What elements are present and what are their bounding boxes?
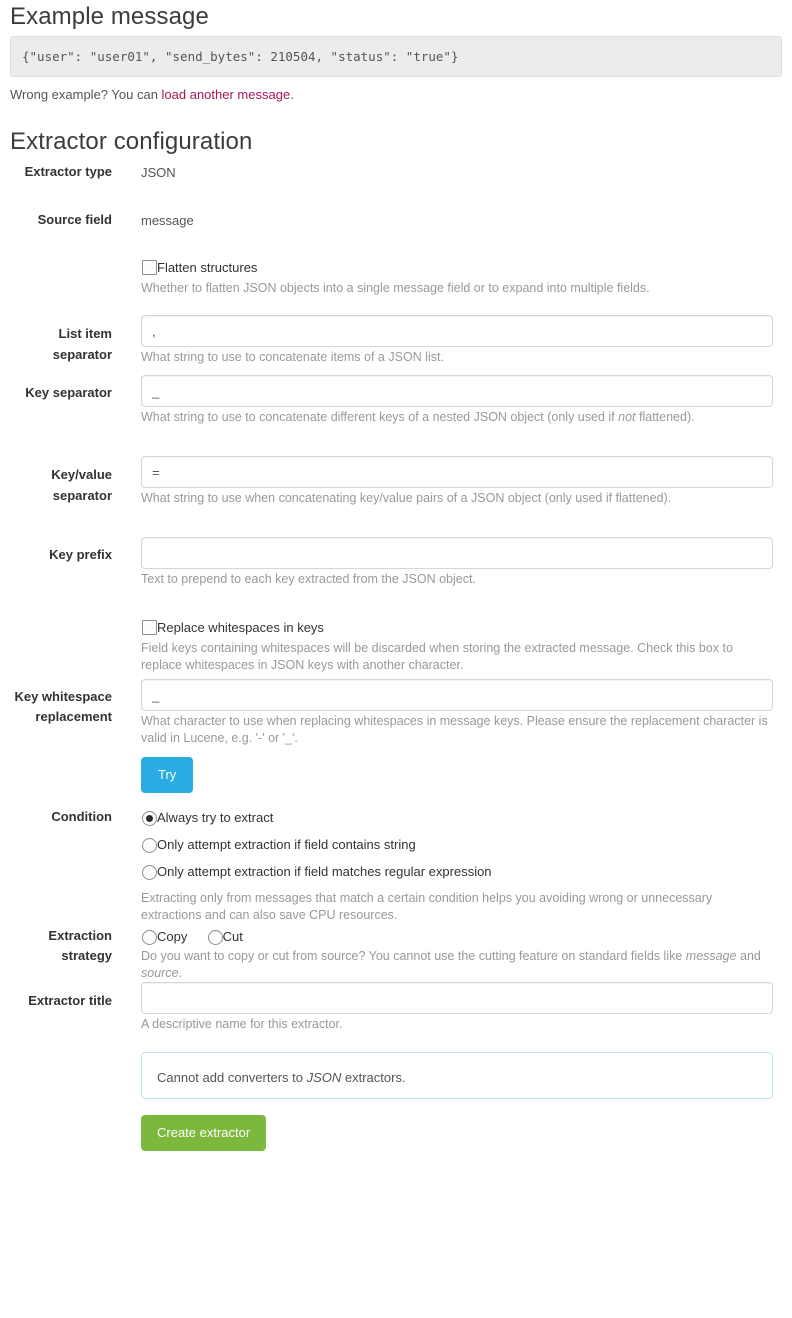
form-row-key-prefix: Key prefix Text to prepend to each key e… [0, 537, 792, 618]
key-value-separator-help: What string to use when concatenating ke… [141, 491, 672, 505]
condition-help: Extracting only from messages that match… [141, 891, 713, 922]
key-prefix-help: Text to prepend to each key extracted fr… [141, 572, 476, 586]
wrong-example-prefix: Wrong example? You can [10, 87, 162, 102]
condition-option-regex-label: Only attempt extraction if field matches… [157, 864, 492, 879]
extraction-strategy-help-part2: and [736, 949, 761, 963]
load-another-message-link[interactable]: load another message [162, 87, 291, 102]
extraction-strategy-help-part3: . [178, 965, 183, 980]
extraction-strategy-radio-copy[interactable] [142, 930, 157, 945]
converters-alert-emphasis: JSON [306, 1070, 342, 1085]
extractor-type-label: Extractor type [24, 164, 112, 179]
list-item-separator-label: List item separator [52, 326, 112, 362]
key-prefix-label: Key prefix [49, 547, 112, 562]
key-separator-help-emphasis: not [618, 410, 636, 424]
extractor-configuration-heading: Extractor configuration [10, 128, 253, 155]
example-message-heading: Example message [10, 3, 209, 30]
converters-alert-part1: Cannot add converters to [157, 1070, 307, 1085]
example-message-box: {"user": "user01", "send_bytes": 210504,… [10, 36, 782, 77]
extraction-strategy-radio-cut[interactable] [207, 930, 223, 945]
form-row-extraction-strategy: Extraction strategy Copy Cut Do you want… [0, 920, 792, 982]
key-separator-help: What string to use to concatenate differ… [141, 409, 773, 426]
extraction-strategy-help: Do you want to copy or cut from source? … [141, 948, 773, 981]
condition-option-contains[interactable]: Only attempt extraction if field contain… [141, 834, 773, 861]
replace-whitespaces-checkbox[interactable] [142, 620, 157, 635]
list-item-separator-help: What string to use to concatenate items … [141, 350, 444, 364]
source-field-value: message [141, 213, 194, 228]
form-row-list-item-separator: List item separator What string to use t… [0, 315, 792, 375]
condition-radio-contains[interactable] [142, 838, 157, 853]
replace-whitespaces-label: Replace whitespaces in keys [157, 620, 324, 635]
wrong-example-text: Wrong example? You can load another mess… [10, 87, 792, 103]
extractor-title-label: Extractor title [28, 993, 112, 1008]
key-separator-help-part1: What string to use to concatenate differ… [141, 410, 619, 424]
form-row-source-field: Source field message [0, 210, 792, 258]
key-value-separator-label: Key/value separator [51, 467, 112, 503]
form-row-flatten-structures: Flatten structures Whether to flatten JS… [0, 258, 792, 315]
extraction-strategy-option-copy[interactable]: Copy [141, 926, 203, 948]
form-row-condition: Condition Always try to extract Only att… [0, 807, 792, 922]
flatten-structures-checkbox[interactable] [142, 260, 157, 275]
condition-option-regex[interactable]: Only attempt extraction if field matches… [141, 861, 773, 888]
form-row-extractor-title: Extractor title A descriptive name for t… [0, 982, 792, 1052]
condition-radio-regex[interactable] [142, 865, 157, 880]
try-button[interactable]: Try [141, 757, 194, 793]
converters-alert-part2: extractors. [341, 1070, 406, 1085]
key-separator-label: Key separator [25, 385, 112, 400]
key-separator-input[interactable] [141, 375, 773, 407]
form-row-key-whitespace-replacement: Key whitespace replacement What characte… [0, 679, 792, 757]
condition-option-always-label: Always try to extract [157, 810, 274, 825]
extractor-type-value: JSON [141, 165, 176, 180]
form-row-key-value-separator: Key/value separator What string to use w… [0, 456, 792, 537]
extractor-title-input[interactable] [141, 982, 773, 1014]
key-whitespace-replacement-label: Key whitespace replacement [14, 689, 112, 724]
condition-radio-always[interactable] [142, 811, 157, 826]
replace-whitespaces-help: Field keys containing whitespaces will b… [141, 641, 733, 672]
extractor-title-help: A descriptive name for this extractor. [141, 1017, 343, 1031]
wrong-example-suffix: . [290, 87, 294, 102]
form-row-key-separator: Key separator What string to use to conc… [0, 375, 792, 456]
extraction-strategy-options: Copy Cut [141, 926, 773, 948]
replace-whitespaces-control[interactable]: Replace whitespaces in keys [141, 618, 773, 638]
form-row-replace-whitespaces: Replace whitespaces in keys Field keys c… [0, 618, 792, 679]
form-row-extractor-type: Extractor type JSON [0, 162, 792, 210]
form-row-submit: Create extractor [0, 1115, 792, 1151]
extraction-strategy-option-cut[interactable]: Cut [207, 926, 243, 948]
key-value-separator-input[interactable] [141, 456, 773, 488]
flatten-structures-label: Flatten structures [157, 260, 258, 275]
key-prefix-input[interactable] [141, 537, 773, 569]
flatten-structures-control[interactable]: Flatten structures [141, 258, 773, 278]
condition-option-contains-label: Only attempt extraction if field contain… [157, 837, 416, 852]
key-separator-help-part2: flattened). [635, 410, 695, 424]
extraction-strategy-help-part1: Do you want to copy or cut from source? … [141, 949, 686, 963]
converters-alert: Cannot add converters to JSON extractors… [141, 1052, 773, 1099]
extractor-config-page: Example message {"user": "user01", "send… [0, 0, 792, 1151]
create-extractor-button[interactable]: Create extractor [141, 1115, 267, 1151]
form-row-try: Try [0, 757, 792, 807]
key-whitespace-replacement-help: What character to use when replacing whi… [141, 714, 768, 745]
extraction-strategy-label: Extraction strategy [48, 928, 112, 963]
extraction-strategy-help-em2: source [141, 965, 179, 980]
key-whitespace-replacement-input[interactable] [141, 679, 773, 711]
list-item-separator-input[interactable] [141, 315, 773, 347]
condition-label: Condition [51, 809, 112, 824]
condition-option-always[interactable]: Always try to extract [141, 807, 773, 834]
source-field-label: Source field [37, 212, 112, 227]
extraction-strategy-help-em1: message [685, 949, 737, 963]
flatten-structures-help: Whether to flatten JSON objects into a s… [141, 281, 650, 295]
